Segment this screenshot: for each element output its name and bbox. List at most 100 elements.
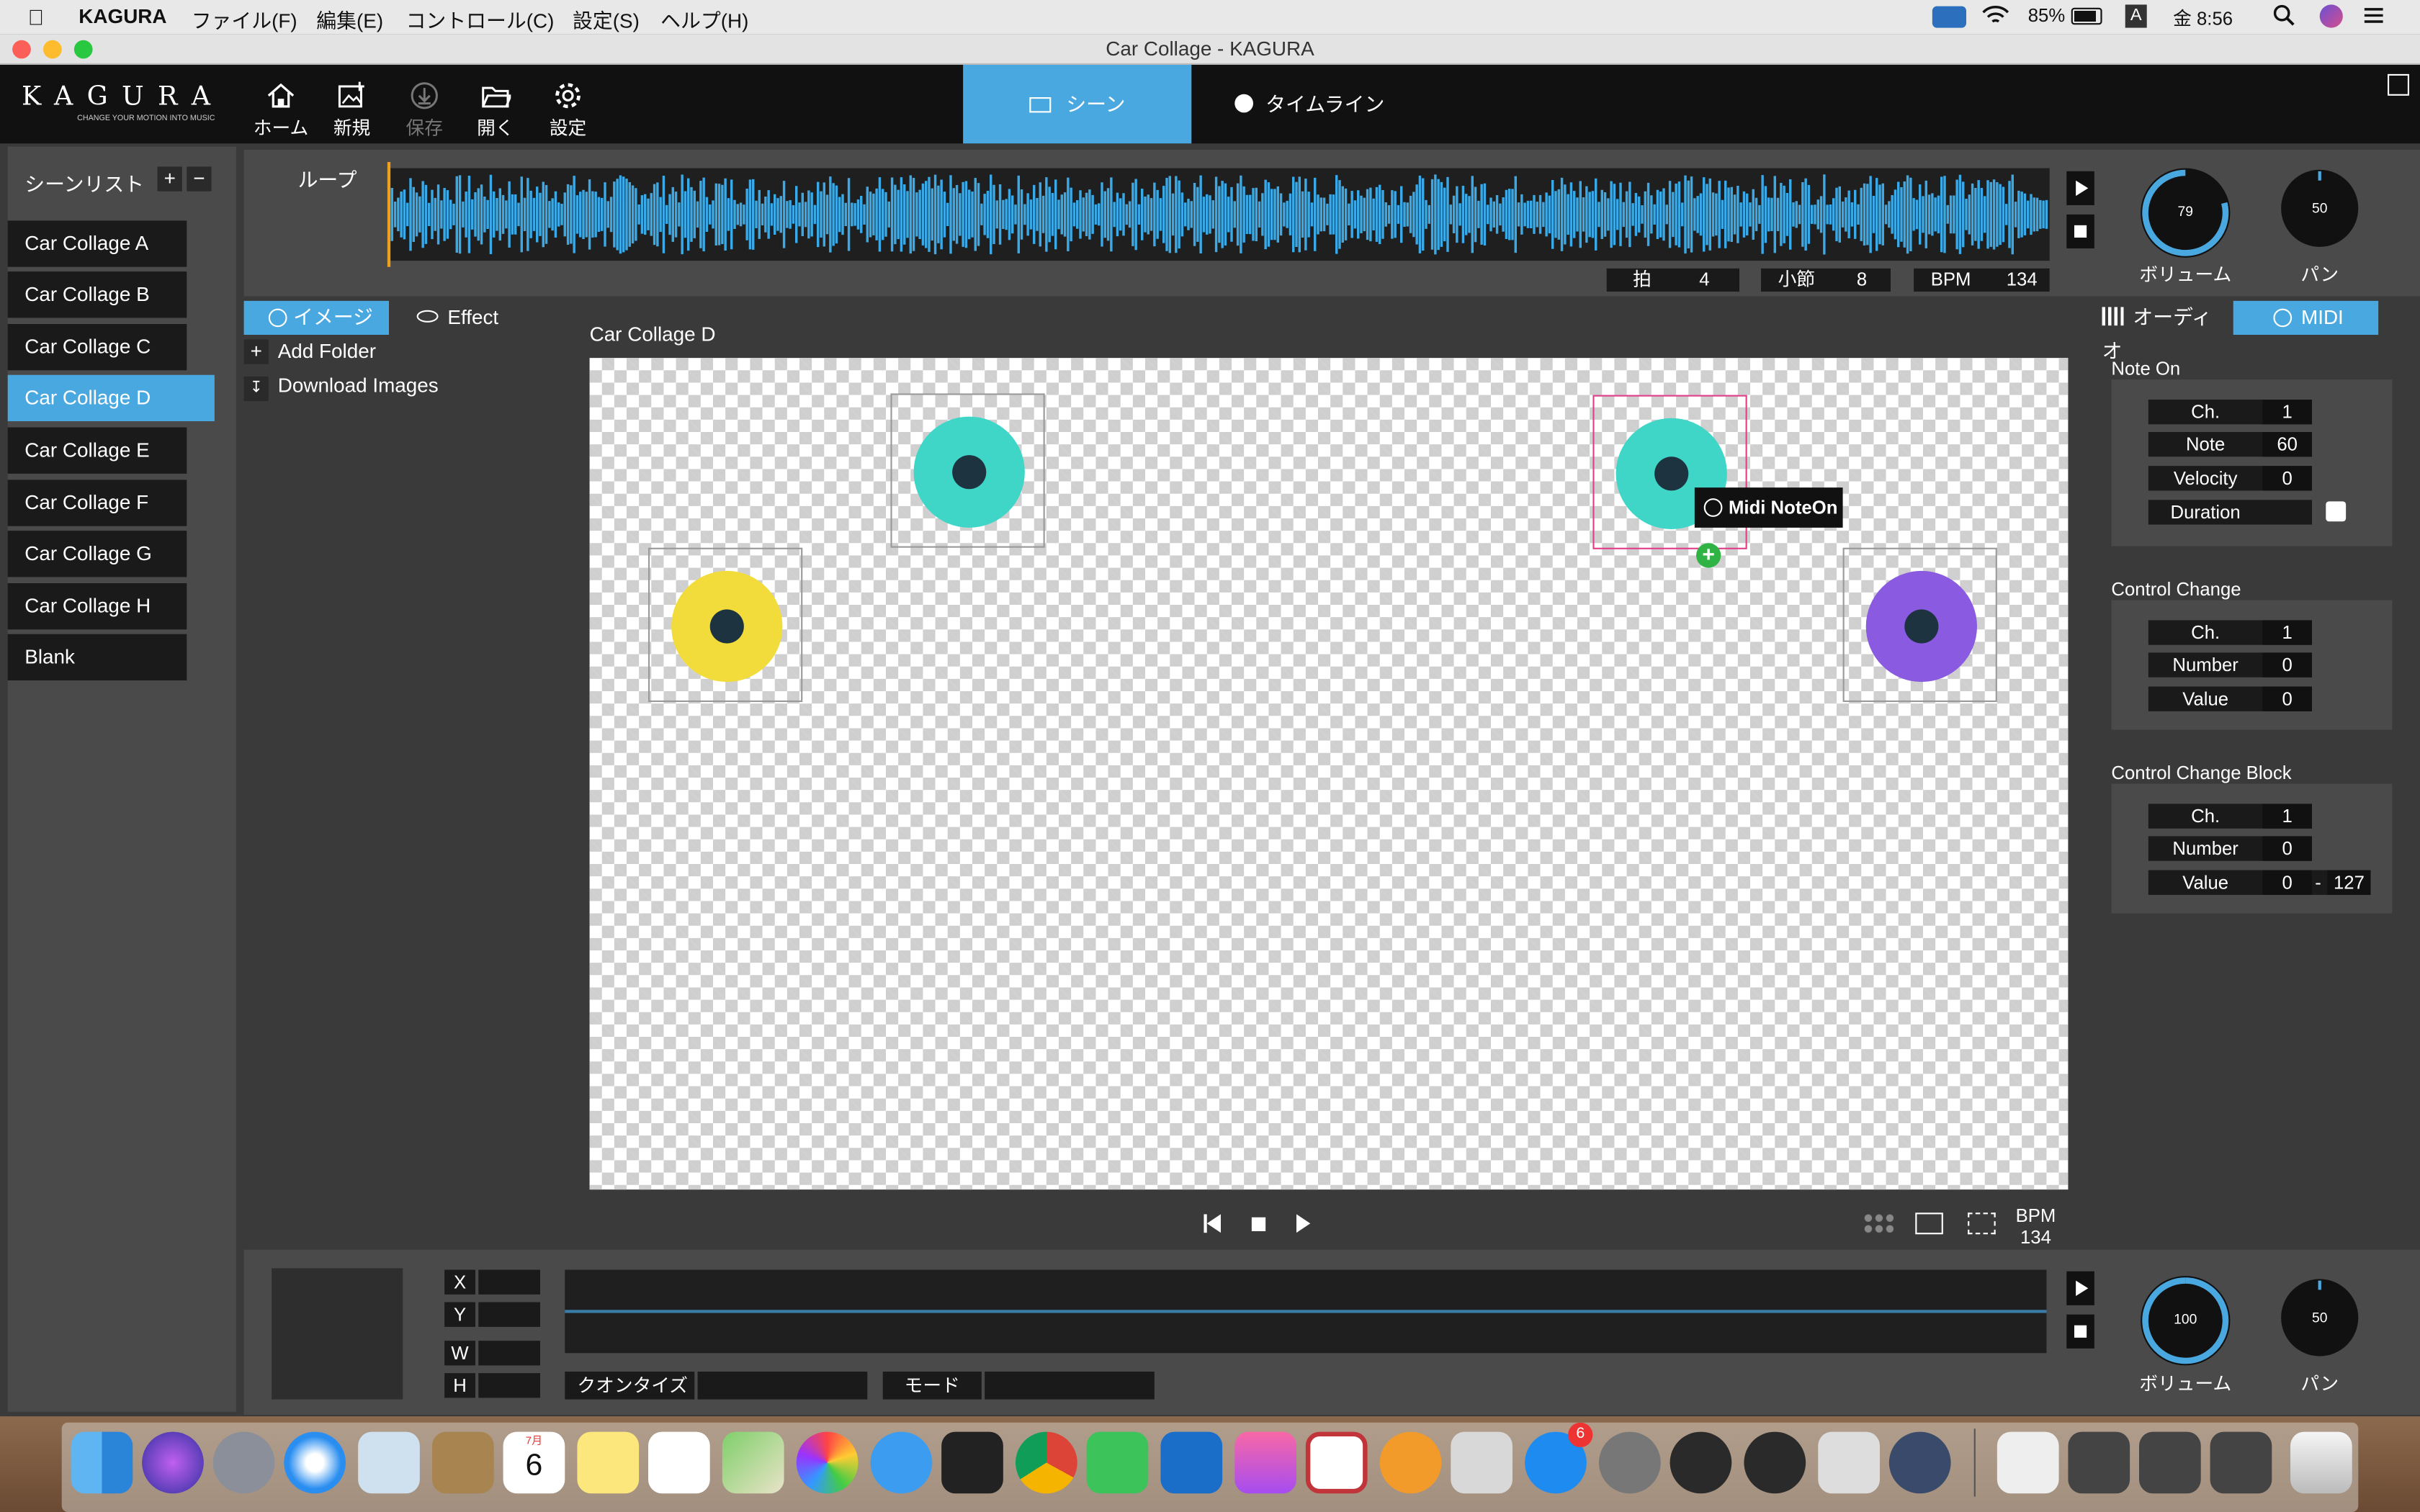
download-images-item[interactable]: ↧ Download Images — [243, 374, 439, 402]
bpm-field[interactable]: BPM 134 — [1914, 268, 2050, 292]
note-on-ch-row[interactable]: Ch. 1 — [2148, 400, 2312, 425]
object-pan-knob[interactable]: 50 — [2281, 1279, 2359, 1356]
trash-icon[interactable] — [2290, 1431, 2352, 1494]
track-play-button[interactable] — [2066, 1271, 2094, 1305]
menu-edit[interactable]: 編集(E) — [316, 4, 383, 34]
ccb-value-row[interactable]: Value 0 - 127 — [2148, 870, 2371, 895]
note-on-section[interactable]: Ch. 1 Note 60 Velocity 0 Duration — [2111, 379, 2393, 546]
mail-icon[interactable] — [358, 1431, 420, 1494]
battery-icon[interactable] — [2071, 7, 2102, 25]
launchpad-icon[interactable] — [212, 1431, 275, 1494]
window-mode-icon[interactable] — [1915, 1212, 1943, 1235]
ua-status-icon[interactable] — [1932, 6, 1966, 28]
music-icon[interactable] — [1234, 1431, 1296, 1494]
settings-button[interactable]: 設定 — [537, 80, 599, 140]
finder-icon[interactable] — [71, 1431, 133, 1494]
add-folder-item[interactable]: + Add Folder — [243, 339, 376, 364]
add-scene-button[interactable]: + — [157, 166, 182, 192]
audio-stop-button[interactable] — [2066, 214, 2094, 248]
control-change-block-section[interactable]: Ch. 1 Number 0 Value 0 - 127 — [2111, 783, 2393, 914]
x-field[interactable] — [478, 1269, 540, 1295]
beat-field[interactable]: 拍 4 — [1606, 268, 1739, 292]
kagura-dock-icon[interactable] — [941, 1431, 1003, 1494]
rewind-button[interactable] — [1204, 1214, 1222, 1233]
safari-icon[interactable] — [284, 1431, 346, 1494]
note-on-velocity-row[interactable]: Velocity 0 — [2148, 466, 2312, 491]
sound-object-teal-1[interactable] — [890, 393, 1045, 548]
ccb-value-max[interactable]: 127 — [2327, 870, 2371, 895]
scene-item-c[interactable]: Car Collage C — [7, 324, 187, 371]
books-icon[interactable] — [1379, 1431, 1442, 1494]
mode-field[interactable] — [985, 1372, 1155, 1400]
motion-track[interactable] — [565, 1269, 2047, 1354]
siri-dock-icon[interactable] — [142, 1431, 204, 1494]
note-on-duration-row[interactable]: Duration — [2148, 500, 2312, 525]
chrome-icon[interactable] — [1016, 1431, 1077, 1494]
calendar-icon[interactable]: 7月 6 — [503, 1431, 565, 1494]
ccb-number-value[interactable]: 0 — [2262, 836, 2312, 861]
menu-file[interactable]: ファイル(F) — [192, 4, 297, 34]
cc-value-value[interactable]: 0 — [2262, 686, 2312, 711]
recent-window-3[interactable] — [2210, 1431, 2272, 1494]
cc-number-row[interactable]: Number 0 — [2148, 652, 2312, 678]
recent-window-2[interactable] — [2139, 1431, 2201, 1494]
menu-settings[interactable]: 設定(S) — [573, 4, 640, 34]
scene-item-g[interactable]: Car Collage G — [7, 531, 187, 577]
ccb-number-row[interactable]: Number 0 — [2148, 836, 2312, 861]
loop-start-handle[interactable] — [387, 162, 391, 267]
apple-icon[interactable]:  — [28, 4, 45, 29]
sound-object-yellow[interactable] — [648, 547, 803, 702]
kagura-app-icon[interactable] — [1888, 1431, 1951, 1494]
home-button[interactable]: ホーム — [250, 80, 312, 140]
play-button[interactable] — [1296, 1214, 1311, 1233]
scene-item-b[interactable]: Car Collage B — [7, 271, 187, 318]
cc-ch-value[interactable]: 1 — [2262, 620, 2312, 645]
fl-studio-icon[interactable] — [1451, 1431, 1512, 1494]
tab-effect[interactable]: Effect — [389, 301, 534, 335]
recent-window-1[interactable] — [2068, 1431, 2130, 1494]
system-preferences-icon[interactable] — [1599, 1431, 1661, 1494]
notification-center-icon[interactable] — [2362, 3, 2386, 32]
scene-item-f[interactable]: Car Collage F — [7, 480, 187, 526]
contacts-icon[interactable] — [432, 1431, 494, 1494]
scene-item-d[interactable]: Car Collage D — [7, 374, 215, 421]
audio-play-button[interactable] — [2066, 171, 2094, 205]
keyboard-app-icon[interactable] — [1160, 1431, 1223, 1494]
note-on-note-row[interactable]: Note 60 — [2148, 432, 2312, 457]
audio-console-icon[interactable] — [1670, 1431, 1732, 1494]
audio-waveform[interactable] — [387, 162, 2050, 267]
clock[interactable]: 金 8:56 — [2173, 4, 2233, 30]
facetime-icon[interactable] — [1086, 1431, 1149, 1494]
note-on-velocity-value[interactable]: 0 — [2262, 466, 2312, 491]
fullscreen-icon[interactable] — [1968, 1212, 1996, 1235]
tab-scene[interactable]: シーン — [963, 65, 1192, 144]
menu-help[interactable]: ヘルプ(H) — [660, 4, 748, 34]
messages-icon[interactable] — [870, 1431, 933, 1494]
control-change-section[interactable]: Ch. 1 Number 0 Value 0 — [2111, 600, 2393, 730]
reminders-icon[interactable] — [648, 1431, 710, 1494]
save-button[interactable]: 保存 — [393, 80, 455, 140]
new-button[interactable]: 新規 — [321, 80, 383, 140]
note-on-note-value[interactable]: 60 — [2262, 432, 2312, 457]
siri-icon[interactable] — [2319, 4, 2343, 28]
cc-value-row[interactable]: Value 0 — [2148, 686, 2312, 711]
screenshot-tool-icon[interactable] — [1818, 1431, 1880, 1494]
object-volume-knob[interactable]: 100 — [2141, 1276, 2231, 1366]
track-stop-button[interactable] — [2066, 1314, 2094, 1349]
pan-knob[interactable]: 50 — [2281, 169, 2359, 247]
maps-icon[interactable] — [722, 1431, 784, 1494]
stop-button[interactable] — [1251, 1217, 1266, 1231]
notes-icon[interactable] — [577, 1431, 640, 1494]
ccb-ch-row[interactable]: Ch. 1 — [2148, 804, 2312, 829]
scene-item-a[interactable]: Car Collage A — [7, 220, 187, 267]
remove-scene-button[interactable]: − — [187, 166, 212, 192]
y-field[interactable] — [478, 1302, 540, 1327]
tab-image[interactable]: イメージ — [243, 300, 389, 335]
duration-checkbox[interactable] — [2326, 501, 2347, 522]
scene-item-e[interactable]: Car Collage E — [7, 427, 187, 474]
cubase-icon[interactable] — [1305, 1431, 1368, 1494]
menu-app-name[interactable]: KAGURA — [79, 4, 166, 27]
scene-item-blank[interactable]: Blank — [7, 634, 187, 680]
photos-icon[interactable] — [796, 1431, 859, 1494]
h-field[interactable] — [478, 1373, 540, 1398]
